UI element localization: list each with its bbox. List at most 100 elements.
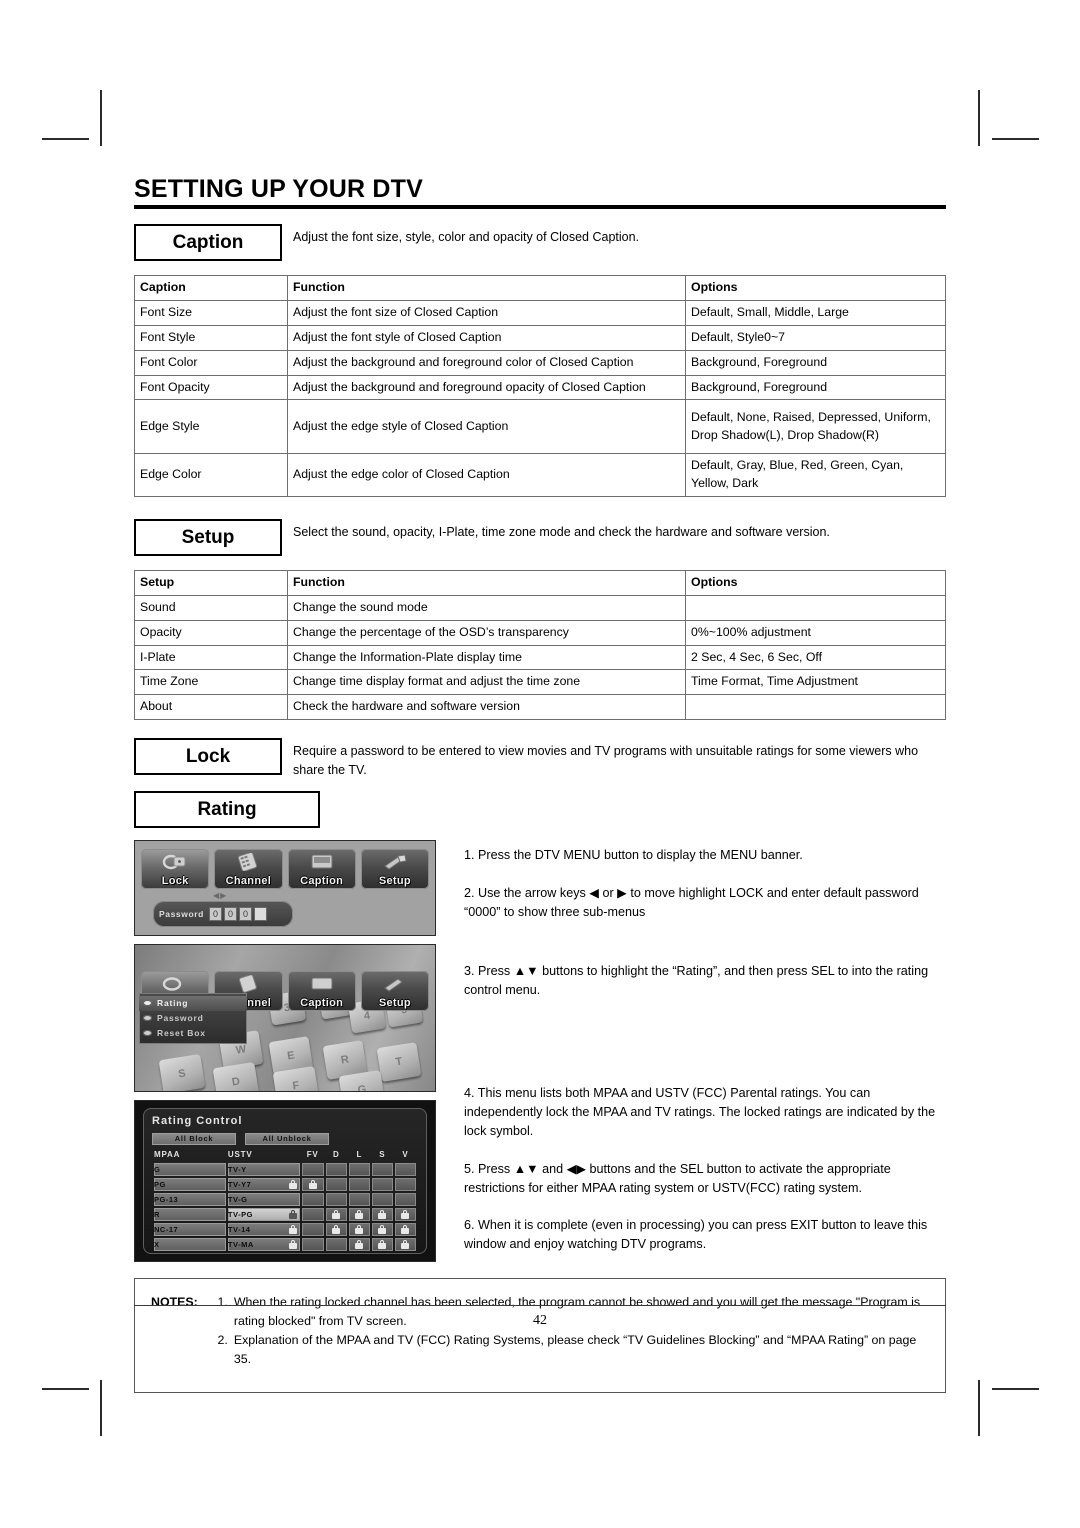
caption-row-function: Adjust the font style of Closed Caption [287, 324, 686, 351]
rating-flag-v[interactable] [394, 1207, 416, 1221]
caption-row-function: Adjust the edge color of Closed Caption [287, 453, 686, 498]
password-digit-1[interactable]: 0 [208, 906, 222, 921]
rating-header-fv: FV [306, 1150, 319, 1160]
rating-flag-l[interactable] [348, 1222, 370, 1236]
lock-icon [332, 1209, 341, 1219]
all-block-button[interactable]: All Block [152, 1132, 236, 1145]
osd-button-caption-label: Caption [300, 996, 344, 1009]
lock-icon [401, 1239, 410, 1249]
osd-button-setup-label: Setup [378, 874, 411, 887]
osd-navigation-hint: ◀▶ [213, 890, 228, 900]
rating-ustv-label: TV-14 [227, 1224, 251, 1234]
rating-flag-d[interactable] [325, 1192, 347, 1206]
setup-table-header-name: Setup [134, 570, 288, 596]
table-row: Edge Color Adjust the edge color of Clos… [134, 453, 946, 498]
osd-screenshot-rating-control: Rating Control All Block All Unblock MPA… [134, 1099, 436, 1262]
osd-button-caption[interactable]: Caption [287, 848, 356, 889]
rating-flag-l[interactable] [348, 1207, 370, 1221]
rating-ustv-cell-selected[interactable]: TV-PG [227, 1207, 300, 1221]
rating-mpaa-cell[interactable]: NC-17 [154, 1222, 226, 1236]
rating-flag-v[interactable] [394, 1177, 416, 1191]
setup-table-header-row: Setup Function Options [134, 570, 946, 596]
setup-table-header-function: Function [287, 570, 686, 596]
password-digit-2[interactable]: 0 [223, 906, 237, 921]
osd-button-channel[interactable]: Channel [214, 848, 283, 889]
rating-control-grid: MPAA USTV FV D L S V G TV-Y PG TV-Y7 PG-… [152, 1147, 418, 1253]
rating-ustv-cell[interactable]: TV-MA [227, 1237, 300, 1251]
rating-flag-l[interactable] [348, 1162, 370, 1176]
rating-flag-fv[interactable] [301, 1192, 324, 1206]
all-unblock-button[interactable]: All Unblock [245, 1132, 329, 1145]
tools-icon [361, 852, 429, 872]
rating-flag-s[interactable] [371, 1207, 393, 1221]
keyboard-key: T [376, 1041, 422, 1082]
setup-section-header: Setup Select the sound, opacity, I-Plate… [134, 519, 946, 557]
lock-icon [378, 1224, 387, 1234]
lock-steps-list: 1. Press the DTV MENU button to display … [464, 840, 946, 1260]
setup-row-options [685, 694, 946, 721]
rating-mpaa-cell[interactable]: PG [154, 1177, 226, 1191]
osd-button-setup[interactable]: Setup [360, 848, 429, 889]
rating-flag-s[interactable] [371, 1177, 393, 1191]
rating-flag-d[interactable] [325, 1207, 347, 1221]
rating-flag-fv[interactable] [301, 1162, 324, 1176]
rating-flag-s[interactable] [371, 1162, 393, 1176]
osd-password-boxes[interactable]: 0 0 0 [208, 906, 267, 921]
osd-button-setup-label: Setup [378, 996, 411, 1009]
page-footer: 42 [134, 1305, 946, 1329]
rating-ustv-cell[interactable]: TV-Y7 [227, 1177, 300, 1191]
lock-step-5: 5. Press ▲▼ and ◀▶ buttons and the SEL b… [464, 1161, 891, 1195]
rating-flag-l[interactable] [348, 1177, 370, 1191]
rating-flag-l[interactable] [348, 1237, 370, 1251]
bullet-icon [143, 1030, 152, 1037]
submenu-item-password[interactable]: Password [139, 1011, 247, 1026]
rating-mpaa-cell[interactable]: PG-13 [154, 1192, 226, 1206]
setup-row-function: Change the Information-Plate display tim… [287, 644, 686, 671]
rating-ustv-cell[interactable]: TV-G [227, 1192, 300, 1206]
submenu-item-rating[interactable]: Rating [139, 995, 247, 1011]
rating-flag-s[interactable] [371, 1222, 393, 1236]
rating-flag-d[interactable] [325, 1162, 347, 1176]
caption-section-label: Caption [134, 224, 282, 262]
rating-ustv-cell[interactable]: TV-14 [227, 1222, 300, 1236]
lock-icon [288, 1209, 297, 1219]
rating-flag-d[interactable] [325, 1177, 347, 1191]
osd-password-panel[interactable]: Password 0 0 0 [153, 900, 293, 927]
osd-button-lock[interactable]: Lock [141, 848, 210, 889]
rating-flag-v[interactable] [394, 1192, 416, 1206]
rating-flag-v[interactable] [394, 1237, 416, 1251]
password-digit-3[interactable]: 0 [238, 906, 252, 921]
rating-row: G TV-Y [154, 1162, 416, 1176]
rating-row: PG TV-Y7 [154, 1177, 416, 1191]
caption-row-options: Default, Gray, Blue, Red, Green, Cyan, Y… [685, 453, 946, 498]
rating-header-mpaa: MPAA [154, 1150, 181, 1160]
table-row: I-Plate Change the Information-Plate dis… [134, 644, 946, 671]
password-digit-4[interactable] [253, 906, 267, 921]
rating-mpaa-cell[interactable]: R [154, 1207, 226, 1221]
lock-section-description: Require a password to be entered to view… [293, 744, 919, 778]
rating-ustv-cell[interactable]: TV-Y [227, 1162, 300, 1176]
page-number: 42 [533, 1313, 547, 1328]
rating-flag-d[interactable] [325, 1237, 347, 1251]
rating-mpaa-cell[interactable]: G [154, 1162, 226, 1176]
submenu-item-reset-box[interactable]: Reset Box [139, 1026, 247, 1041]
rating-flag-fv[interactable] [301, 1237, 324, 1251]
osd-button-caption[interactable]: Caption [287, 970, 356, 1011]
rating-flag-fv[interactable] [301, 1177, 324, 1191]
lock-step-1: 1. Press the DTV MENU button to display … [464, 847, 803, 862]
table-row: Edge Style Adjust the edge style of Clos… [134, 399, 946, 455]
rating-mpaa-cell[interactable]: X [154, 1237, 226, 1251]
rating-subsection-label: Rating [134, 790, 320, 828]
osd-button-setup[interactable]: Setup [360, 970, 429, 1011]
lock-icon [355, 1239, 364, 1249]
rating-flag-fv[interactable] [301, 1207, 324, 1221]
rating-ustv-label: TV-MA [227, 1239, 254, 1249]
rating-flag-d[interactable] [325, 1222, 347, 1236]
rating-flag-v[interactable] [394, 1222, 416, 1236]
rating-flag-fv[interactable] [301, 1222, 324, 1236]
rating-flag-s[interactable] [371, 1192, 393, 1206]
rating-flag-s[interactable] [371, 1237, 393, 1251]
caption-table-header-function: Function [287, 275, 686, 302]
rating-flag-l[interactable] [348, 1192, 370, 1206]
rating-flag-v[interactable] [394, 1162, 416, 1176]
